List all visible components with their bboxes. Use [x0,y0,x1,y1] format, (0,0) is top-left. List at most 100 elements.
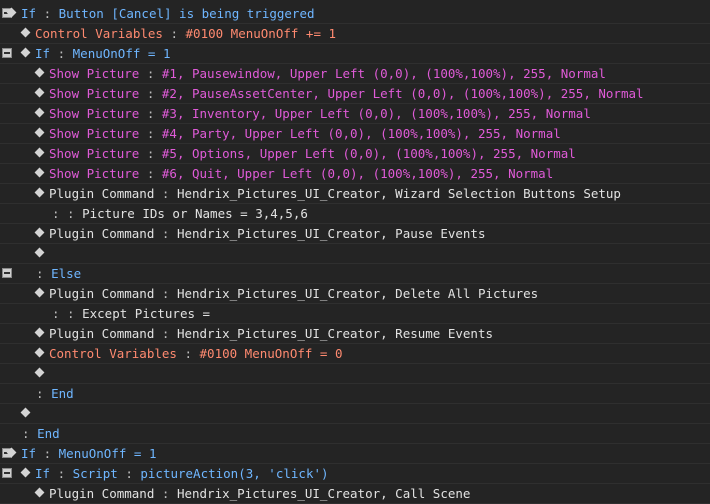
command-part: : [36,446,59,461]
command-text: Control Variables : #0100 MenuOnOff += 1 [20,24,336,44]
command-row[interactable]: Show Picture : #3, Inventory, Upper Left… [0,104,710,124]
collapse-toggle-icon[interactable] [2,268,12,278]
command-part: : [36,6,59,21]
command-marker-icon [20,47,31,58]
command-row[interactable]: Plugin Command : Hendrix_Pictures_UI_Cre… [0,224,710,244]
command-row[interactable]: Plugin Command : Hendrix_Pictures_UI_Cre… [0,284,710,304]
command-text: Plugin Command : Hendrix_Pictures_UI_Cre… [34,324,494,344]
command-part: Hendrix_Pictures_UI_Creator, Delete All … [176,286,539,301]
command-row[interactable]: If : MenuOnOff = 1 [0,44,710,64]
command-marker-icon [34,127,45,138]
command-row[interactable]: : Else [0,264,710,284]
command-row[interactable]: Show Picture : #5, Options, Upper Left (… [0,144,710,164]
command-part: Show Picture [49,126,140,141]
command-text: : : Picture IDs or Names = 3,4,5,6 [52,204,308,224]
command-part: MenuOnOff = 1 [58,446,157,461]
command-part: Control Variables [49,346,177,361]
command-marker-icon [34,327,45,338]
command-text: If : MenuOnOff = 1 [6,444,157,464]
command-row[interactable]: Plugin Command : Hendrix_Pictures_UI_Cre… [0,324,710,344]
command-marker-icon [34,167,45,178]
command-part: Plugin Command [49,486,155,501]
command-row[interactable]: : End [0,424,710,444]
command-marker-icon [34,227,45,238]
collapse-toggle-icon[interactable] [2,468,12,478]
command-row[interactable] [0,404,710,424]
command-row[interactable] [0,244,710,264]
command-part: Except Pictures = [82,306,211,321]
command-text: : End [22,424,60,444]
command-text: : End [36,384,74,404]
command-marker-icon [34,147,45,158]
command-part: Script [72,466,118,481]
command-row[interactable]: Control Variables : #0100 MenuOnOff = 0 [0,344,710,364]
command-row[interactable]: Plugin Command : Hendrix_Pictures_UI_Cre… [0,484,710,504]
command-part: Show Picture [49,146,140,161]
command-part: Hendrix_Pictures_UI_Creator, Call Scene [176,486,471,501]
command-marker-icon [6,447,17,458]
command-marker-icon [34,107,45,118]
command-part: Plugin Command [49,326,155,341]
command-part: : [50,46,73,61]
command-text: Show Picture : #2, PauseAssetCenter, Upp… [34,84,644,104]
command-marker-icon [34,347,45,358]
command-part: Control Variables [35,26,163,41]
command-text: Plugin Command : Hendrix_Pictures_UI_Cre… [34,184,621,204]
command-text: If : Script : pictureAction(3, 'click') [20,464,329,484]
command-part: If [35,466,51,481]
command-part: Plugin Command [49,286,155,301]
command-row[interactable] [0,364,710,384]
command-part: #5, Options, Upper Left (0,0), (100%,100… [161,146,576,161]
command-part: : [162,26,186,41]
command-marker-icon [34,367,45,378]
command-part: pictureAction(3, 'click') [140,466,329,481]
command-row[interactable]: Show Picture : #2, PauseAssetCenter, Upp… [0,84,710,104]
command-text [34,244,49,264]
command-part: MenuOnOff = 1 [72,46,171,61]
event-command-list: If : Button [Cancel] is being triggered C… [0,0,710,504]
command-row[interactable]: If : MenuOnOff = 1 [0,444,710,464]
command-text: If : Button [Cancel] is being triggered [6,4,315,24]
command-text: Show Picture : #4, Party, Upper Left (0,… [34,124,561,144]
command-row[interactable]: Plugin Command : Hendrix_Pictures_UI_Cre… [0,184,710,204]
command-text: Plugin Command : Hendrix_Pictures_UI_Cre… [34,224,486,244]
command-row[interactable]: : : Picture IDs or Names = 3,4,5,6 [0,204,710,224]
command-marker-icon [34,487,45,498]
command-marker-icon [34,287,45,298]
command-row[interactable]: If : Button [Cancel] is being triggered [0,4,710,24]
command-part: : [154,286,177,301]
command-text: If : MenuOnOff = 1 [20,44,171,64]
command-part: #4, Party, Upper Left (0,0), (100%,100%)… [161,126,561,141]
command-part: Show Picture [49,86,140,101]
command-text: : Else [36,264,81,284]
command-part: Hendrix_Pictures_UI_Creator, Pause Event… [176,226,486,241]
command-part: : [139,126,162,141]
command-marker-icon [6,7,17,18]
command-part: #2, PauseAssetCenter, Upper Left (0,0), … [161,86,644,101]
command-part: End [37,426,60,441]
command-part: : [50,466,73,481]
command-text [34,364,49,384]
command-part: #0100 MenuOnOff = 0 [199,346,343,361]
command-part: : [154,486,177,501]
command-row[interactable]: If : Script : pictureAction(3, 'click') [0,464,710,484]
command-part: : [59,306,83,321]
command-part: Hendrix_Pictures_UI_Creator, Resume Even… [176,326,494,341]
command-row[interactable]: Show Picture : #6, Quit, Upper Left (0,0… [0,164,710,184]
command-row[interactable]: : : Except Pictures = [0,304,710,324]
command-part: : [117,466,141,481]
command-part: : [36,266,52,281]
command-part: Show Picture [49,106,140,121]
command-text: : : Except Pictures = [52,304,210,324]
command-part: : [139,66,162,81]
command-row[interactable]: Control Variables : #0100 MenuOnOff += 1 [0,24,710,44]
command-row[interactable]: Show Picture : #1, Pausewindow, Upper Le… [0,64,710,84]
command-part: Else [51,266,82,281]
command-part: : [52,306,60,321]
command-row[interactable]: : End [0,384,710,404]
collapse-toggle-icon[interactable] [2,48,12,58]
command-text: Show Picture : #5, Options, Upper Left (… [34,144,576,164]
command-part: Hendrix_Pictures_UI_Creator, Wizard Sele… [176,186,621,201]
command-row[interactable]: Show Picture : #4, Party, Upper Left (0,… [0,124,710,144]
command-part: Show Picture [49,66,140,81]
